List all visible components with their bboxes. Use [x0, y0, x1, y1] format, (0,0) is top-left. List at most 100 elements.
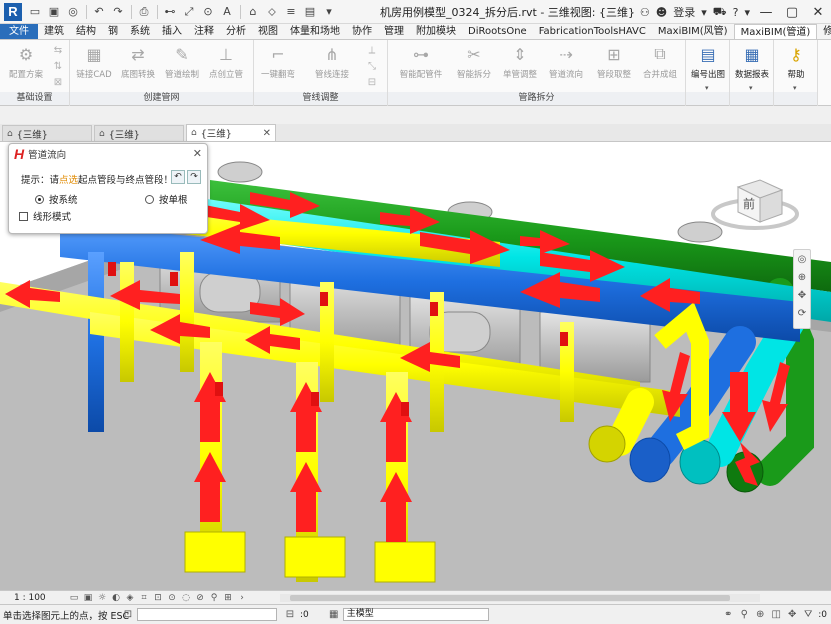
data-report-button[interactable]: ▦ 数据报表	[730, 43, 774, 89]
ribbon-tab[interactable]: DiRootsOne	[462, 24, 533, 39]
print-icon[interactable]: ⎙	[135, 3, 153, 21]
dropdown-arrow-icon[interactable]: ▾	[793, 84, 797, 92]
workset-icon[interactable]: ⊡	[121, 608, 135, 622]
temp-hide-icon[interactable]: ◌	[180, 592, 192, 604]
redo-step-icon[interactable]: ↷	[187, 170, 201, 184]
view-scale[interactable]: 1 : 100	[14, 593, 68, 603]
login-button[interactable]: 登录	[670, 2, 698, 22]
dropdown-arrow-icon[interactable]: ▾	[705, 84, 709, 92]
ribbon-tab[interactable]: MaxiBIM(风管)	[652, 24, 734, 39]
pipe-draw-button[interactable]: ✎ 管道绘制	[160, 43, 204, 89]
lock-icon[interactable]: ⊙	[166, 592, 178, 604]
zoom-icon[interactable]: ⊕	[794, 268, 810, 286]
select-pinned-icon[interactable]: ⊕	[753, 608, 767, 622]
view-cube[interactable]: 前	[711, 179, 799, 230]
revit-logo-icon[interactable]: R	[4, 2, 22, 21]
merge-group-button[interactable]: ⧉ 合并成组	[638, 43, 682, 89]
help-icon[interactable]: ?	[730, 2, 742, 22]
expand-icon[interactable]: ›	[236, 592, 248, 604]
ribbon-tab[interactable]: 结构	[70, 24, 102, 39]
horizontal-scrollbar[interactable]	[280, 594, 760, 602]
crop-icon[interactable]: ⌗	[138, 592, 150, 604]
ribbon-tab[interactable]: 修改	[817, 24, 831, 39]
design-option-dropdown[interactable]: 主模型	[342, 608, 489, 621]
constraints-icon[interactable]: ⊞	[222, 592, 234, 604]
ribbon-tab[interactable]: 建筑	[38, 24, 70, 39]
one-key-bend-button[interactable]: ⌐ 一键翻弯	[256, 43, 300, 89]
orbit-icon[interactable]: ⟳	[794, 304, 810, 322]
app-store-icon[interactable]: ⛟	[710, 2, 730, 22]
ribbon-tab[interactable]: 附加模块	[410, 24, 462, 39]
user-icon[interactable]: ☻	[653, 2, 670, 22]
maximize-icon[interactable]: ▢	[779, 1, 805, 23]
close-tab-icon[interactable]: ✕	[263, 128, 271, 139]
ribbon-tab[interactable]: 分析	[220, 24, 252, 39]
filter-icon[interactable]: ⛛	[801, 608, 815, 622]
visual-style-icon[interactable]: ▣	[82, 592, 94, 604]
text-icon[interactable]: A	[218, 3, 236, 21]
save-icon[interactable]: ▣	[45, 3, 63, 21]
open-icon[interactable]: ▭	[26, 3, 44, 21]
workset-dropdown[interactable]	[137, 608, 277, 621]
crop-region-icon[interactable]: ⊡	[152, 592, 164, 604]
customize-toolbar-icon[interactable]: ▾	[320, 3, 338, 21]
ribbon-tab[interactable]: 注释	[188, 24, 220, 39]
thin-lines-icon[interactable]: ≡	[282, 3, 300, 21]
render-icon[interactable]: ◈	[124, 592, 136, 604]
radio-by-system[interactable]: 按系统	[35, 192, 78, 206]
view-tab[interactable]: ⌂ {三维}	[2, 125, 92, 141]
ribbon-tab[interactable]: 文件	[0, 24, 38, 39]
small-tool-icon[interactable]: ⊠	[48, 76, 68, 90]
login-dropdown-icon[interactable]: ▾	[698, 2, 710, 22]
radio-button-selected[interactable]	[35, 194, 44, 204]
reveal-hidden-icon[interactable]: ⊘	[194, 592, 206, 604]
small-tool-icon[interactable]: ⤡	[362, 60, 382, 74]
small-tool-icon[interactable]: ⟂	[362, 44, 382, 58]
view-tab[interactable]: ⌂ {三维}	[94, 125, 184, 141]
config-scheme-button[interactable]: ⚙ 配置方案	[4, 43, 48, 89]
scrollbar-thumb[interactable]	[290, 595, 730, 601]
pipe-connect-button[interactable]: ⋔ 管线连接	[310, 43, 354, 89]
radio-by-single[interactable]: 按单根	[145, 192, 188, 206]
binoculars-icon[interactable]: ⚇	[637, 2, 653, 22]
point-riser-button[interactable]: ⊥ 点创立管	[204, 43, 248, 89]
small-tool-icon[interactable]: ⇅	[48, 60, 68, 74]
select-by-face-icon[interactable]: ◫	[769, 608, 783, 622]
dropdown-arrow-icon[interactable]: ▾	[749, 84, 753, 92]
help-button[interactable]: ⚷ 帮助	[774, 43, 818, 89]
editable-only-icon[interactable]: ⊟	[283, 608, 297, 622]
checkbox-box[interactable]	[19, 211, 28, 221]
select-underlay-icon[interactable]: ⚲	[737, 608, 751, 622]
small-tool-icon[interactable]: ⇆	[48, 44, 68, 58]
pipe-flow-button[interactable]: ⇢ 管道流向	[544, 43, 588, 89]
section-icon[interactable]: ⬦	[263, 3, 281, 21]
close-hidden-icon[interactable]: ▤	[301, 3, 319, 21]
sun-path-icon[interactable]: ☼	[96, 592, 108, 604]
smart-split-button[interactable]: ✂ 智能拆分	[452, 43, 496, 89]
line-mode-checkbox[interactable]: 线形模式	[19, 209, 71, 223]
help-dropdown-icon[interactable]: ▾	[741, 2, 753, 22]
radio-button[interactable]	[145, 194, 154, 204]
pan-icon[interactable]: ✥	[794, 286, 810, 304]
ribbon-tab[interactable]: 管理	[378, 24, 410, 39]
underlay-convert-button[interactable]: ⇄ 底图转换	[116, 43, 160, 89]
view-tab-active[interactable]: ⌂ {三维} ✕	[186, 124, 276, 141]
close-icon[interactable]: ✕	[805, 1, 831, 23]
small-tool-icon[interactable]: ⊟	[362, 76, 382, 90]
ribbon-tab[interactable]: 系统	[124, 24, 156, 39]
numbering-drawing-button[interactable]: ▤ 编号出图	[686, 43, 730, 89]
3d-view-icon[interactable]: ⌂	[244, 3, 262, 21]
ribbon-tab[interactable]: 视图	[252, 24, 284, 39]
sync-icon[interactable]: ◎	[64, 3, 82, 21]
nav-wheel-icon[interactable]: ◎	[794, 250, 810, 268]
measure-icon[interactable]: ⊷	[161, 3, 179, 21]
dialog-close-icon[interactable]: ✕	[193, 147, 202, 160]
select-links-icon[interactable]: ⚭	[721, 608, 735, 622]
ribbon-tab[interactable]: 体量和场地	[284, 24, 346, 39]
analytical-icon[interactable]: ⚲	[208, 592, 220, 604]
smart-fittings-button[interactable]: ⊶ 智能配管件	[396, 43, 446, 89]
ribbon-tab[interactable]: 协作	[346, 24, 378, 39]
undo-step-icon[interactable]: ↶	[171, 170, 185, 184]
undo-icon[interactable]: ↶	[90, 3, 108, 21]
redo-icon[interactable]: ↷	[109, 3, 127, 21]
